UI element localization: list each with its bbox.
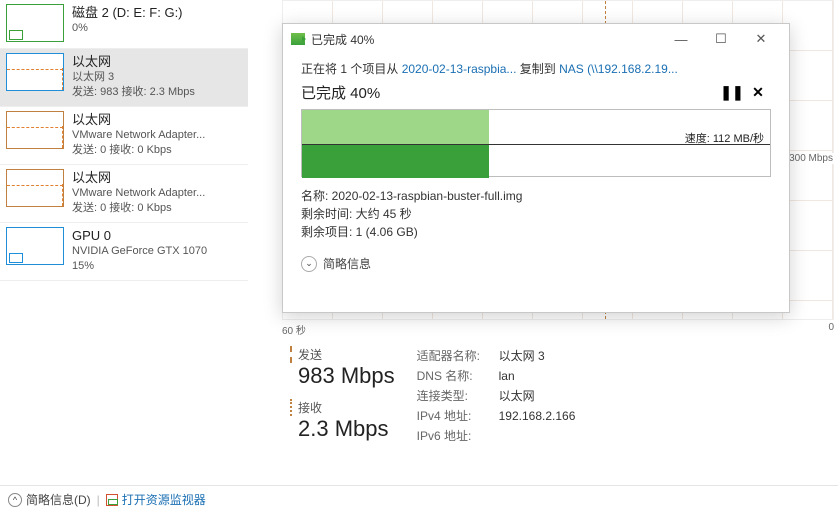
send-value: 983 Mbps xyxy=(290,363,395,389)
item-sub2: 15% xyxy=(72,259,242,274)
pause-button[interactable]: ❚❚ xyxy=(719,81,745,103)
dialog-body: 正在将 1 个项目从 2020-02-13-raspbia... 复制到 NAS… xyxy=(283,54,789,282)
sidebar-item-disk2[interactable]: 磁盘 2 (D: E: F: G:) 0% xyxy=(0,0,248,49)
item-sub: NVIDIA GeForce GTX 1070 xyxy=(72,244,242,259)
item-sub2: 发送: 0 接收: 0 Kbps xyxy=(72,201,242,216)
sidebar-item-ethernet3[interactable]: 以太网 以太网 3 发送: 983 接收: 2.3 Mbps xyxy=(0,49,248,107)
sidebar-item-vmnet2[interactable]: 以太网 VMware Network Adapter... 发送: 0 接收: … xyxy=(0,165,248,223)
line-prefix: 正在将 1 个项目从 xyxy=(301,62,402,76)
item-title: GPU 0 xyxy=(72,227,242,244)
detail-key: IPv4 地址: xyxy=(417,406,499,426)
meta-time: 剩余时间: 大约 45 秒 xyxy=(301,205,771,223)
separator: | xyxy=(97,493,100,507)
dest-link[interactable]: NAS (\\192.168.2.19... xyxy=(559,62,678,76)
recv-value: 2.3 Mbps xyxy=(290,416,395,442)
send-stat: 发送 983 Mbps 接收 2.3 Mbps xyxy=(290,346,395,446)
progress-header: 已完成 40% ❚❚ ✕ xyxy=(301,81,771,103)
item-title: 以太网 xyxy=(72,53,242,70)
monitor-icon xyxy=(106,494,118,506)
item-sub2: 发送: 983 接收: 2.3 Mbps xyxy=(72,85,242,100)
item-info: 以太网 以太网 3 发送: 983 接收: 2.3 Mbps xyxy=(72,53,242,100)
item-info: 以太网 VMware Network Adapter... 发送: 0 接收: … xyxy=(72,169,242,216)
network-icon xyxy=(6,169,64,207)
open-resource-monitor-link[interactable]: 打开资源监视器 xyxy=(122,491,206,508)
detail-val: lan xyxy=(499,366,515,386)
sidebar-item-vmnet1[interactable]: 以太网 VMware Network Adapter... 发送: 0 接收: … xyxy=(0,107,248,165)
adapter-details: 适配器名称:以太网 3 DNS 名称:lan 连接类型:以太网 IPv4 地址:… xyxy=(417,346,576,446)
maximize-button[interactable]: ☐ xyxy=(701,25,741,53)
item-sub: 0% xyxy=(72,21,242,36)
copy-icon xyxy=(291,33,305,45)
item-info: 以太网 VMware Network Adapter... 发送: 0 接收: … xyxy=(72,111,242,158)
x-axis: 60 秒 0 xyxy=(282,322,834,337)
toggle-details[interactable]: ⌄ 简略信息 xyxy=(301,255,771,272)
close-button[interactable]: ✕ xyxy=(741,25,781,53)
item-title: 磁盘 2 (D: E: F: G:) xyxy=(72,4,242,21)
item-title: 以太网 xyxy=(72,169,242,186)
detail-key: 连接类型: xyxy=(417,386,499,406)
line-mid: 复制到 xyxy=(516,62,559,76)
send-label: 发送 xyxy=(290,346,395,363)
minimize-button[interactable]: — xyxy=(661,25,701,53)
detail-val: 192.168.2.166 xyxy=(499,406,576,426)
x-left: 60 秒 xyxy=(282,322,306,337)
progress-fill-bottom xyxy=(302,144,489,178)
item-info: 磁盘 2 (D: E: F: G:) 0% xyxy=(72,4,242,36)
item-sub2: 发送: 0 接收: 0 Kbps xyxy=(72,143,242,158)
network-icon xyxy=(6,111,64,149)
item-info: GPU 0 NVIDIA GeForce GTX 1070 15% xyxy=(72,227,242,274)
footer: ^ 简略信息(D) | 打开资源监视器 xyxy=(0,485,838,513)
progress-chart: 速度: 112 MB/秒 xyxy=(301,109,771,177)
brief-info-button[interactable]: 简略信息(D) xyxy=(26,491,91,508)
meta-items: 剩余项目: 1 (4.06 GB) xyxy=(301,223,771,241)
copy-status-line: 正在将 1 个项目从 2020-02-13-raspbia... 复制到 NAS… xyxy=(301,60,771,77)
cancel-button[interactable]: ✕ xyxy=(745,81,771,103)
file-meta: 名称: 2020-02-13-raspbian-buster-full.img … xyxy=(301,187,771,241)
recv-label: 接收 xyxy=(290,399,395,416)
y-axis-label: 300 Mbps xyxy=(787,153,835,164)
x-right: 0 xyxy=(828,322,834,337)
dialog-titlebar[interactable]: 已完成 40% — ☐ ✕ xyxy=(283,24,789,54)
progress-fill-top xyxy=(302,110,489,144)
detail-key: DNS 名称: xyxy=(417,366,499,386)
sidebar-item-gpu0[interactable]: GPU 0 NVIDIA GeForce GTX 1070 15% xyxy=(0,223,248,281)
detail-key: 适配器名称: xyxy=(417,346,499,366)
meta-name: 名称: 2020-02-13-raspbian-buster-full.img xyxy=(301,187,771,205)
network-icon xyxy=(6,53,64,91)
item-sub: VMware Network Adapter... xyxy=(72,186,242,201)
disk-icon xyxy=(6,4,64,42)
stats-panel: 发送 983 Mbps 接收 2.3 Mbps 适配器名称:以太网 3 DNS … xyxy=(290,346,575,446)
item-title: 以太网 xyxy=(72,111,242,128)
item-sub: 以太网 3 xyxy=(72,70,242,85)
detail-val: 以太网 xyxy=(499,386,535,406)
dialog-title: 已完成 40% xyxy=(311,31,661,48)
detail-key: IPv6 地址: xyxy=(417,426,499,446)
detail-val: 以太网 3 xyxy=(499,346,545,366)
more-label: 简略信息 xyxy=(323,255,371,272)
gpu-icon xyxy=(6,227,64,265)
progress-text: 已完成 40% xyxy=(301,82,719,103)
chevron-up-icon: ^ xyxy=(8,493,22,507)
recv-stat: 接收 2.3 Mbps xyxy=(290,399,395,442)
speed-label: 速度: 112 MB/秒 xyxy=(685,130,764,146)
copy-dialog: 已完成 40% — ☐ ✕ 正在将 1 个项目从 2020-02-13-rasp… xyxy=(282,23,790,313)
item-sub: VMware Network Adapter... xyxy=(72,128,242,143)
sidebar: 磁盘 2 (D: E: F: G:) 0% 以太网 以太网 3 发送: 983 … xyxy=(0,0,248,460)
source-link[interactable]: 2020-02-13-raspbia... xyxy=(402,62,517,76)
chevron-down-icon: ⌄ xyxy=(301,256,317,272)
